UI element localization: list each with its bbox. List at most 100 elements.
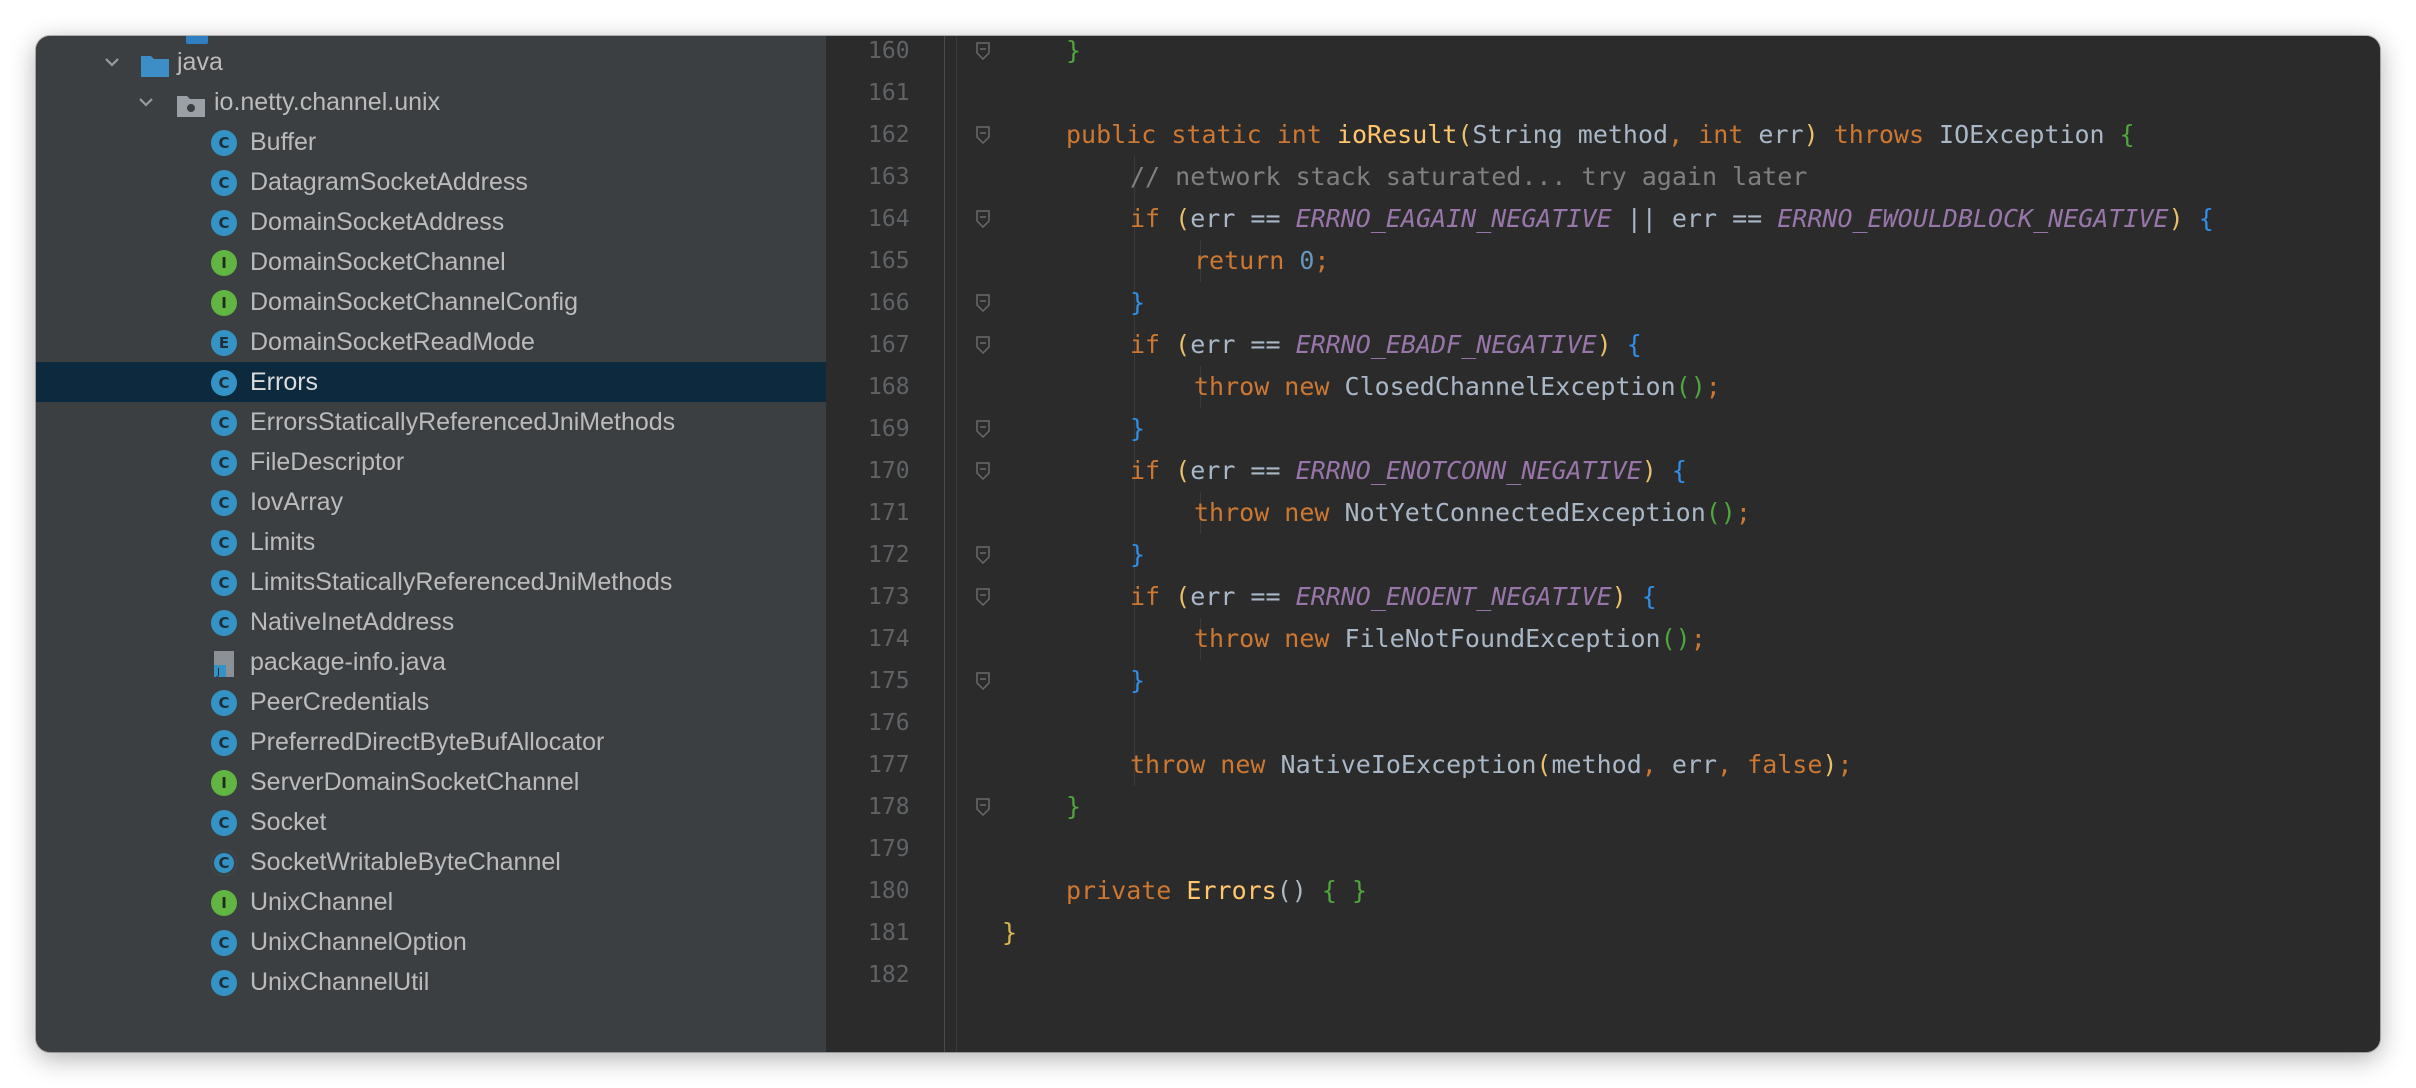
- code-token: ): [1596, 330, 1627, 359]
- line-number: 160: [868, 38, 910, 64]
- code-token: NotYetConnectedException: [1344, 498, 1706, 527]
- code-line[interactable]: return 0;: [1194, 240, 1329, 282]
- tree-item[interactable]: C NativeInetAddress: [36, 602, 826, 642]
- fold-marker-icon[interactable]: [975, 461, 991, 481]
- fold-marker-icon[interactable]: [975, 125, 991, 145]
- code-token: (: [1175, 582, 1191, 611]
- code-line[interactable]: public static int ioResult(String method…: [1066, 114, 2135, 156]
- code-token: }: [1066, 792, 1082, 821]
- code-token: if: [1130, 330, 1176, 359]
- class-icon: C: [211, 530, 237, 556]
- fold-marker-icon[interactable]: [975, 545, 991, 565]
- code-token: ;: [1690, 624, 1706, 653]
- tree-item[interactable]: C UnixChannelOption: [36, 922, 826, 962]
- code-line[interactable]: private Errors() { }: [1066, 870, 1367, 912]
- fold-marker-icon[interactable]: [975, 797, 991, 817]
- tree-item-label: DomainSocketChannelConfig: [250, 288, 578, 316]
- code-line[interactable]: if (err == ERRNO_ENOTCONN_NEGATIVE) {: [1130, 450, 1687, 492]
- code-line[interactable]: throw new NotYetConnectedException();: [1194, 492, 1751, 534]
- class-icon: C: [211, 570, 237, 596]
- line-number: 177: [868, 752, 910, 778]
- tree-folder-test[interactable]: test: [36, 1042, 826, 1052]
- code-line[interactable]: if (err == ERRNO_EAGAIN_NEGATIVE || err …: [1130, 198, 2214, 240]
- tree-item-label: DatagramSocketAddress: [250, 168, 528, 196]
- fold-marker-icon[interactable]: [975, 209, 991, 229]
- code-token: || err ==: [1611, 204, 1778, 233]
- chevron-down-icon[interactable]: [136, 82, 160, 122]
- tree-item[interactable]: I DomainSocketChannel: [36, 242, 826, 282]
- code-line[interactable]: if (err == ERRNO_ENOENT_NEGATIVE) {: [1130, 576, 1657, 618]
- tree-item[interactable]: Jpackage-info.java: [36, 642, 826, 682]
- code-token: 0: [1299, 246, 1315, 275]
- code-line[interactable]: }: [1066, 36, 1081, 72]
- tree-item-label: UnixChannelUtil: [250, 968, 430, 996]
- tree-item[interactable]: C FileDescriptor: [36, 442, 826, 482]
- chevron-down-icon[interactable]: [102, 42, 126, 82]
- tree-item[interactable]: C Errors: [36, 362, 826, 402]
- code-token: throw new: [1130, 750, 1281, 779]
- code-line[interactable]: if (err == ERRNO_EBADF_NEGATIVE) {: [1130, 324, 1642, 366]
- line-number: 178: [868, 794, 910, 820]
- tree-item[interactable]: C Socket: [36, 802, 826, 842]
- tree-item[interactable]: C SocketWritableByteChannel: [36, 842, 826, 882]
- code-line[interactable]: }: [1130, 534, 1145, 576]
- code-line[interactable]: }: [1066, 786, 1081, 828]
- class-icon: C: [211, 730, 237, 756]
- tree-item[interactable]: I UnixChannel: [36, 882, 826, 922]
- tree-item[interactable]: C ErrorsStaticallyReferencedJniMethods: [36, 402, 826, 442]
- tree-package[interactable]: io.netty.channel.unix: [36, 82, 826, 122]
- code-line[interactable]: }: [1130, 282, 1145, 324]
- code-token: (: [1175, 204, 1191, 233]
- code-token: }: [1002, 918, 1018, 947]
- tree-item[interactable]: C PreferredDirectByteBufAllocator: [36, 722, 826, 762]
- tree-item[interactable]: C Buffer: [36, 122, 826, 162]
- fold-marker-icon[interactable]: [975, 419, 991, 439]
- code-line[interactable]: // network stack saturated... try again …: [1130, 156, 1807, 198]
- code-token: err: [1671, 750, 1718, 779]
- code-token: ERRNO_EWOULDBLOCK_NEGATIVE: [1777, 204, 2169, 233]
- code-line[interactable]: throw new ClosedChannelException();: [1194, 366, 1721, 408]
- tree-item-label: ErrorsStaticallyReferencedJniMethods: [250, 408, 676, 436]
- code-line[interactable]: }: [1130, 408, 1145, 450]
- class-icon: C: [211, 970, 237, 996]
- tree-folder-java[interactable]: java: [36, 42, 826, 82]
- code-line[interactable]: throw new FileNotFoundException();: [1194, 618, 1706, 660]
- code-line[interactable]: }: [1130, 660, 1145, 702]
- fold-marker-icon[interactable]: [975, 587, 991, 607]
- class-icon: C: [211, 410, 237, 436]
- class-icon: C: [211, 810, 237, 836]
- code-token: ): [1822, 750, 1838, 779]
- tree-item[interactable]: C UnixChannelUtil: [36, 962, 826, 1002]
- tree-item[interactable]: C DomainSocketAddress: [36, 202, 826, 242]
- tree-item[interactable]: C Limits: [36, 522, 826, 562]
- code-editor[interactable]: 160 161 162 163 164 165 166 167 168 169 170 171 172 1…: [826, 36, 2380, 1052]
- tree-item[interactable]: C DatagramSocketAddress: [36, 162, 826, 202]
- tree-item-label: PeerCredentials: [250, 688, 430, 716]
- project-tree: java io.netty.channel.unix C Buffer C Datag…: [36, 36, 826, 1052]
- tree-item[interactable]: E DomainSocketReadMode: [36, 322, 826, 362]
- fold-marker-icon[interactable]: [975, 293, 991, 313]
- code-token: {: [2119, 120, 2135, 149]
- chevron-right-icon[interactable]: [68, 1042, 92, 1052]
- tree-item[interactable]: C LimitsStaticallyReferencedJniMethods: [36, 562, 826, 602]
- tree-item[interactable]: C IovArray: [36, 482, 826, 522]
- code-line[interactable]: throw new NativeIoException(method, err,…: [1130, 744, 1853, 786]
- code-token: ): [1641, 456, 1672, 485]
- fold-marker-icon[interactable]: [975, 335, 991, 355]
- tree-item[interactable]: C PeerCredentials: [36, 682, 826, 722]
- code-token: ERRNO_EAGAIN_NEGATIVE: [1295, 204, 1612, 233]
- line-number: 179: [868, 836, 910, 862]
- line-number: 173: [868, 584, 910, 610]
- code-line[interactable]: }: [1002, 912, 1017, 954]
- code-token: int: [1698, 120, 1759, 149]
- tree-item[interactable]: I ServerDomainSocketChannel: [36, 762, 826, 802]
- code-token: throw new: [1194, 498, 1345, 527]
- code-token: err ==: [1190, 204, 1296, 233]
- class-icon: C: [211, 130, 237, 156]
- code-token: {: [1641, 582, 1657, 611]
- fold-marker-icon[interactable]: [975, 671, 991, 691]
- code-token: {: [1626, 330, 1642, 359]
- fold-marker-icon[interactable]: [975, 41, 991, 61]
- tree-item[interactable]: I DomainSocketChannelConfig: [36, 282, 826, 322]
- code-token: IOException: [1939, 120, 2120, 149]
